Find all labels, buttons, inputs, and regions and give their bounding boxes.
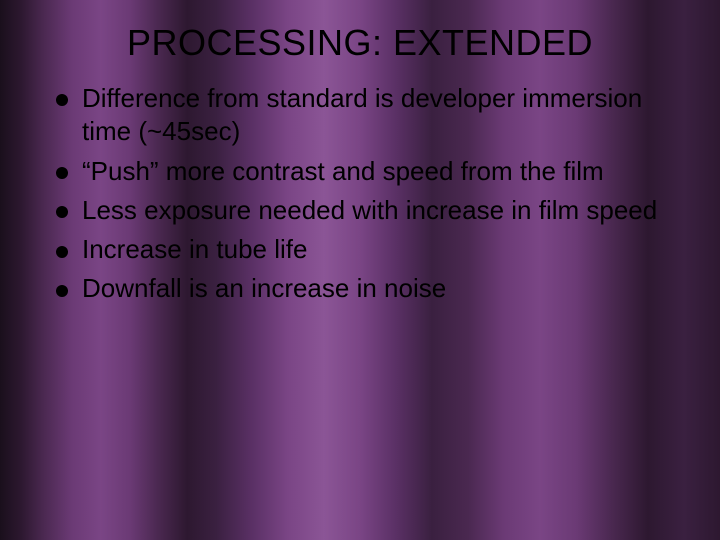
list-item: Increase in tube life bbox=[56, 233, 680, 266]
slide-content: Difference from standard is developer im… bbox=[0, 82, 720, 306]
slide: PROCESSING: EXTENDED Difference from sta… bbox=[0, 0, 720, 540]
list-item: Less exposure needed with increase in fi… bbox=[56, 194, 680, 227]
list-item: Difference from standard is developer im… bbox=[56, 82, 680, 149]
slide-title: PROCESSING: EXTENDED bbox=[0, 0, 720, 82]
list-item: Downfall is an increase in noise bbox=[56, 272, 680, 305]
list-item: “Push” more contrast and speed from the … bbox=[56, 155, 680, 188]
bullet-list: Difference from standard is developer im… bbox=[56, 82, 680, 306]
